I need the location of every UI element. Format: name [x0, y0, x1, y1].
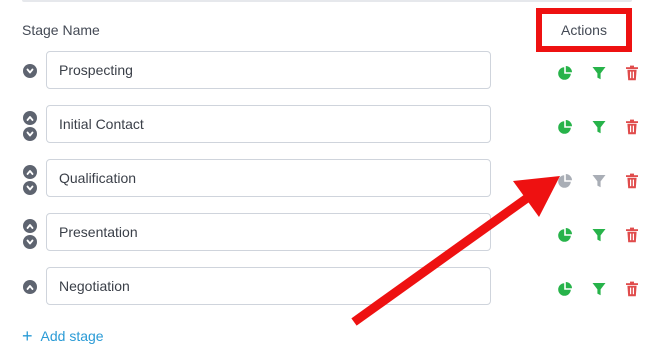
trash-icon[interactable] [625, 173, 639, 194]
actions-header: Actions [561, 22, 607, 38]
pie-chart-icon[interactable] [557, 281, 573, 302]
stage-row [0, 159, 652, 199]
reorder-controls [22, 267, 38, 307]
trash-icon[interactable] [625, 281, 639, 302]
filter-icon[interactable] [591, 65, 607, 86]
top-divider [22, 0, 632, 2]
trash-icon[interactable] [625, 65, 639, 86]
stage-name-header: Stage Name [22, 22, 100, 38]
pie-chart-icon[interactable] [557, 119, 573, 140]
move-up-button[interactable] [23, 165, 37, 179]
add-stage-button[interactable]: + Add stage [22, 327, 104, 345]
move-down-button[interactable] [23, 181, 37, 195]
reorder-controls [22, 105, 38, 145]
stage-row [0, 105, 652, 145]
stage-row [0, 267, 652, 307]
reorder-controls [22, 159, 38, 199]
stage-name-input[interactable] [46, 159, 491, 197]
move-up-button[interactable] [23, 219, 37, 233]
stage-name-input[interactable] [46, 105, 491, 143]
stage-row [0, 51, 652, 91]
filter-icon[interactable] [591, 227, 607, 248]
move-up-button[interactable] [23, 280, 37, 294]
actions-highlight-box: Actions [536, 8, 632, 52]
reorder-controls [22, 213, 38, 253]
trash-icon[interactable] [625, 119, 639, 140]
move-up-button[interactable] [23, 111, 37, 125]
reorder-controls [22, 51, 38, 91]
stage-name-input[interactable] [46, 51, 491, 89]
trash-icon[interactable] [625, 227, 639, 248]
filter-icon[interactable] [591, 119, 607, 140]
pie-chart-icon[interactable] [557, 65, 573, 86]
filter-icon[interactable] [591, 281, 607, 302]
add-stage-label: Add stage [40, 328, 104, 344]
pie-chart-icon[interactable] [557, 227, 573, 248]
move-down-button[interactable] [23, 235, 37, 249]
stage-name-input[interactable] [46, 267, 491, 305]
pie-chart-icon[interactable] [557, 173, 573, 194]
stage-row [0, 213, 652, 253]
move-down-button[interactable] [23, 64, 37, 78]
stage-name-input[interactable] [46, 213, 491, 251]
move-down-button[interactable] [23, 127, 37, 141]
plus-icon: + [22, 326, 33, 346]
filter-icon[interactable] [591, 173, 607, 194]
